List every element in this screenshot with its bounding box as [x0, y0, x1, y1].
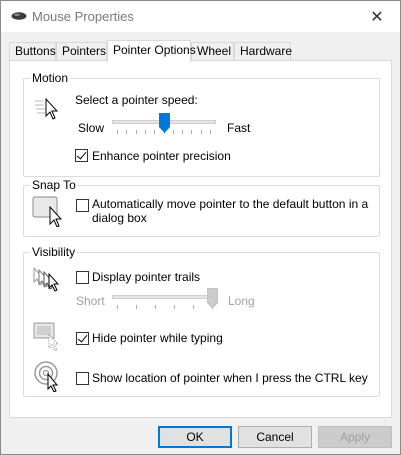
slider-tick: [155, 305, 156, 309]
slider-thumb[interactable]: [207, 288, 218, 308]
ok-button-label: OK: [186, 430, 204, 444]
slider-track: [112, 295, 218, 299]
tab-buttons[interactable]: Buttons: [9, 42, 56, 60]
ctrl-locate-icon: [34, 361, 59, 392]
snap-to-group-title: Snap To: [30, 178, 78, 192]
ctrl-locate-label: Show location of pointer when I press th…: [92, 371, 368, 385]
pointer-trails-label: Display pointer trails: [92, 270, 201, 284]
fast-label: Fast: [227, 121, 251, 135]
trail-length-slider[interactable]: [112, 288, 218, 310]
slider-tick: [145, 130, 146, 134]
pointer-trails-checkbox[interactable]: [76, 271, 89, 284]
pointer-speed-slider[interactable]: [112, 113, 216, 135]
slider-tick: [182, 130, 183, 134]
slider-tick: [201, 130, 202, 134]
enhance-precision-checkbox[interactable]: [75, 149, 88, 162]
cancel-button-label: Cancel: [256, 430, 294, 444]
apply-button[interactable]: Apply: [318, 426, 392, 448]
mouse-properties-window: Mouse Properties ✕ Buttons Pointers Poin…: [0, 0, 401, 455]
snap-to-label-line2: dialog box: [92, 211, 147, 225]
tab-wheel[interactable]: Wheel: [191, 42, 234, 60]
long-label: Long: [228, 294, 255, 308]
cancel-button[interactable]: Cancel: [238, 426, 312, 448]
close-button[interactable]: ✕: [354, 1, 400, 32]
slow-label: Slow: [78, 121, 105, 135]
snap-to-checkbox[interactable]: [76, 199, 89, 212]
slider-ticks: [112, 305, 218, 309]
tab-panel: Motion Select a pointer speed: Slow Fast…: [9, 60, 392, 418]
snap-to-icon: [32, 196, 63, 227]
slider-tick: [117, 305, 118, 309]
slider-tick: [174, 305, 175, 309]
slider-tick: [173, 130, 174, 134]
motion-group-title: Motion: [30, 71, 71, 85]
slider-tick: [193, 305, 194, 309]
window-title: Mouse Properties: [32, 9, 134, 24]
tab-pointer-options[interactable]: Pointer Options: [107, 40, 196, 62]
short-label: Short: [76, 294, 105, 308]
pointer-speed-label: Select a pointer speed:: [75, 93, 198, 107]
slider-thumb[interactable]: [159, 113, 170, 133]
hide-pointer-checkbox[interactable]: [76, 332, 89, 345]
hide-pointer-icon: [33, 322, 60, 351]
pointer-speed-icon: [35, 97, 59, 120]
mouse-icon: [11, 12, 27, 20]
hide-pointer-label: Hide pointer while typing: [92, 331, 223, 345]
visibility-group-title: Visibility: [30, 245, 78, 259]
ok-button[interactable]: OK: [158, 426, 232, 448]
close-icon: ✕: [370, 8, 384, 26]
slider-tick: [210, 130, 211, 134]
slider-tick: [136, 305, 137, 309]
slider-tick: [136, 130, 137, 134]
slider-tick: [191, 130, 192, 134]
apply-button-label: Apply: [339, 430, 371, 444]
pointer-trails-icon: [33, 266, 60, 292]
slider-tick: [126, 130, 127, 134]
slider-tick: [154, 130, 155, 134]
snap-to-label-line1: Automatically move pointer to the defaul…: [92, 197, 369, 211]
title-bar[interactable]: Mouse Properties ✕: [1, 1, 400, 32]
tab-hardware[interactable]: Hardware: [234, 42, 292, 60]
ctrl-locate-checkbox[interactable]: [76, 372, 89, 385]
enhance-precision-label: Enhance pointer precision: [92, 149, 231, 163]
slider-tick: [117, 130, 118, 134]
tab-pointers[interactable]: Pointers: [56, 42, 107, 60]
